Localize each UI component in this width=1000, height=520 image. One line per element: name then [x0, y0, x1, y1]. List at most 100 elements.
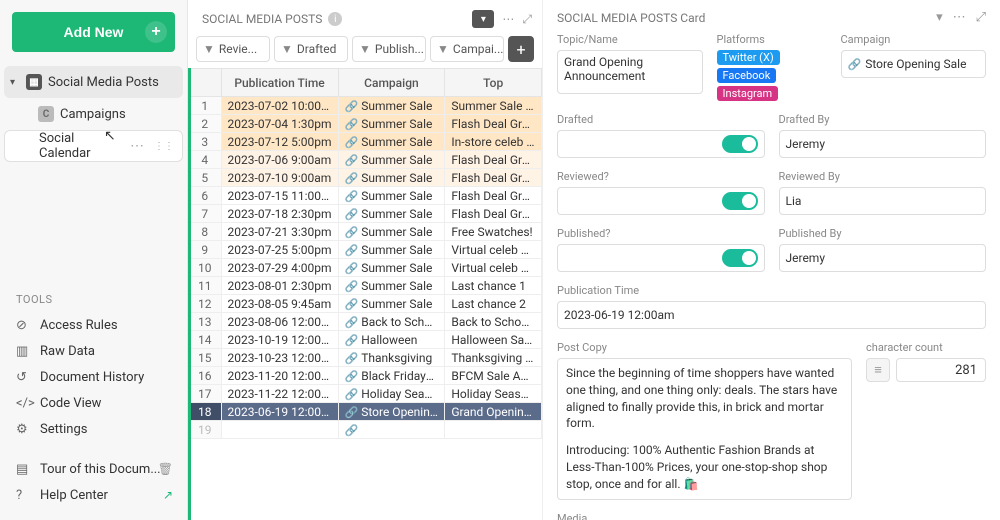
cell-publication-time[interactable]: 2023-11-22 12:00am [221, 385, 338, 403]
cell-topic[interactable]: Halloween Sale An [445, 331, 542, 349]
cell-topic[interactable]: Grand Opening Ar [445, 403, 542, 421]
table-row[interactable]: 122023-08-05 9:45am🔗Summer SaleLast chan… [189, 295, 542, 313]
cell-topic[interactable] [445, 421, 542, 439]
sidebar-item-social-media-posts[interactable]: ▾ ▦ Social Media Posts [4, 66, 183, 98]
add-column-button[interactable]: + [508, 36, 534, 62]
table-row[interactable]: 102023-07-29 4:00pm🔗Summer SaleVirtual c… [189, 259, 542, 277]
cell-campaign[interactable]: 🔗Halloween [338, 331, 445, 349]
cell-campaign[interactable]: 🔗Back to School [338, 313, 445, 331]
cell-topic[interactable]: Virtual celeb cons [445, 259, 542, 277]
row-number[interactable]: 14 [189, 331, 222, 349]
col-publication-time[interactable]: Publication Time [221, 69, 338, 97]
table-row[interactable]: 172023-11-22 12:00am🔗Holiday SeasonHolid… [189, 385, 542, 403]
row-number[interactable]: 2 [189, 115, 222, 133]
cell-topic[interactable]: Last chance 1 [445, 277, 542, 295]
cell-topic[interactable]: Flash Deal Grab 7 [445, 151, 542, 169]
table-row[interactable]: 112023-08-01 2:30pm🔗Summer SaleLast chan… [189, 277, 542, 295]
sidebar-item-social-calendar[interactable]: Social Calendar ⋯ ⋮⋮ [4, 130, 183, 162]
grid-table[interactable]: Publication Time Campaign Top 12023-07-0… [188, 68, 542, 520]
cell-publication-time[interactable]: 2023-07-18 2:30pm [221, 205, 338, 223]
toggle-reviewed[interactable] [557, 187, 765, 215]
input-post-copy[interactable]: Since the beginning of time shoppers hav… [557, 358, 852, 500]
cell-publication-time[interactable]: 2023-10-19 12:00am [221, 331, 338, 349]
tag-twitter[interactable]: Twitter (X) [717, 50, 780, 65]
tag-instagram[interactable]: Instagram [717, 86, 779, 101]
row-number[interactable]: 6 [189, 187, 222, 205]
cell-campaign[interactable]: 🔗Summer Sale [338, 241, 445, 259]
filter-published[interactable]: ▼Publish... [352, 36, 426, 62]
more-icon[interactable]: ⋯ [502, 12, 514, 26]
tool-tour[interactable]: ▤Tour of this Docum...🗑 [0, 456, 187, 482]
cell-publication-time[interactable]: 2023-07-21 3:30pm [221, 223, 338, 241]
sidebar-item-campaigns[interactable]: C Campaigns [4, 98, 183, 130]
filter-toggle-icon[interactable]: ▾ [472, 10, 494, 28]
table-row[interactable]: 42023-07-06 9:00am🔗Summer SaleFlash Deal… [189, 151, 542, 169]
table-row[interactable]: 82023-07-21 3:30pm🔗Summer SaleFree Swatc… [189, 223, 542, 241]
cell-topic[interactable]: Back to School Sa [445, 313, 542, 331]
cell-topic[interactable]: Last chance 2 [445, 295, 542, 313]
add-new-button[interactable]: Add New + [12, 12, 175, 52]
cell-topic[interactable]: Flash Deal Grab 7 [445, 115, 542, 133]
cell-campaign[interactable]: 🔗Summer Sale [338, 205, 445, 223]
cell-publication-time[interactable]: 2023-07-15 11:00am [221, 187, 338, 205]
cell-publication-time[interactable]: 2023-07-04 1:30pm [221, 115, 338, 133]
cell-publication-time[interactable]: 2023-07-10 9:00am [221, 169, 338, 187]
table-row[interactable]: 62023-07-15 11:00am🔗Summer SaleFlash Dea… [189, 187, 542, 205]
cell-campaign[interactable]: 🔗Summer Sale [338, 277, 445, 295]
cell-campaign[interactable]: 🔗Summer Sale [338, 133, 445, 151]
cell-publication-time[interactable]: 2023-10-23 12:00am [221, 349, 338, 367]
cell-campaign[interactable]: 🔗Summer Sale [338, 187, 445, 205]
table-row[interactable]: 162023-11-20 12:00am🔗Black Friday/C...BF… [189, 367, 542, 385]
cell-publication-time[interactable]: 2023-08-06 12:00am [221, 313, 338, 331]
cell-campaign[interactable]: 🔗Black Friday/C... [338, 367, 445, 385]
table-row[interactable]: 52023-07-10 9:00am🔗Summer SaleFlash Deal… [189, 169, 542, 187]
filter-drafted[interactable]: ▼Drafted [274, 36, 348, 62]
more-icon[interactable]: ⋯ [953, 10, 966, 25]
tool-help-center[interactable]: ?Help Center↗ [0, 482, 187, 508]
table-row[interactable]: 142023-10-19 12:00am🔗HalloweenHalloween … [189, 331, 542, 349]
input-reviewed-by[interactable]: Lia [779, 187, 987, 215]
cell-topic[interactable]: Free Swatches! [445, 223, 542, 241]
cell-topic[interactable]: Holiday Season Sa [445, 385, 542, 403]
input-platforms[interactable]: Twitter (X) Facebook Instagram [717, 50, 827, 101]
cell-publication-time[interactable] [221, 421, 338, 439]
cell-topic[interactable]: Flash Deal Grab 7 [445, 169, 542, 187]
input-drafted-by[interactable]: Jeremy [779, 130, 987, 158]
cell-campaign[interactable]: 🔗Summer Sale [338, 295, 445, 313]
col-rownum[interactable] [189, 69, 222, 97]
row-number[interactable]: 4 [189, 151, 222, 169]
row-number[interactable]: 17 [189, 385, 222, 403]
cell-topic[interactable]: Summer Sale Ann [445, 97, 542, 115]
cell-campaign[interactable]: 🔗 [338, 421, 445, 439]
cell-topic[interactable]: BFCM Sale Annou [445, 367, 542, 385]
filter-reviewed[interactable]: ▼Revie... [196, 36, 270, 62]
tool-code-view[interactable]: </>Code View [0, 390, 187, 416]
cell-publication-time[interactable]: 2023-07-29 4:00pm [221, 259, 338, 277]
cell-campaign[interactable]: 🔗Thanksgiving [338, 349, 445, 367]
row-number[interactable]: 3 [189, 133, 222, 151]
cell-campaign[interactable]: 🔗Summer Sale [338, 223, 445, 241]
cell-publication-time[interactable]: 2023-07-02 10:00am [221, 97, 338, 115]
tool-document-history[interactable]: ↺Document History [0, 364, 187, 390]
cell-campaign[interactable]: 🔗Summer Sale [338, 97, 445, 115]
drag-handle-icon[interactable]: ⋮⋮ [154, 141, 174, 152]
row-number[interactable]: 19 [189, 421, 222, 439]
table-row[interactable]: 182023-06-19 12:00am🔗Store Opening...Gra… [189, 403, 542, 421]
expand-icon[interactable]: ⤢ [976, 10, 986, 25]
toggle-published[interactable] [557, 244, 765, 272]
row-number[interactable]: 13 [189, 313, 222, 331]
cell-topic[interactable]: Thanksgiving Sale [445, 349, 542, 367]
table-row[interactable]: 152023-10-23 12:00am🔗ThanksgivingThanksg… [189, 349, 542, 367]
tag-facebook[interactable]: Facebook [717, 68, 777, 83]
col-campaign[interactable]: Campaign [338, 69, 445, 97]
cell-campaign[interactable]: 🔗Store Opening... [338, 403, 445, 421]
cell-campaign[interactable]: 🔗Summer Sale [338, 259, 445, 277]
cell-publication-time[interactable]: 2023-11-20 12:00am [221, 367, 338, 385]
expand-icon[interactable]: ⤢ [522, 12, 532, 27]
input-published-by[interactable]: Jeremy [779, 244, 987, 272]
cell-publication-time[interactable]: 2023-07-25 5:00pm [221, 241, 338, 259]
col-topic[interactable]: Top [445, 69, 542, 97]
trash-icon[interactable]: 🗑 [158, 462, 173, 476]
tool-access-rules[interactable]: ⊘Access Rules [0, 312, 187, 338]
cell-topic[interactable]: Flash Deal Grab 7 [445, 187, 542, 205]
